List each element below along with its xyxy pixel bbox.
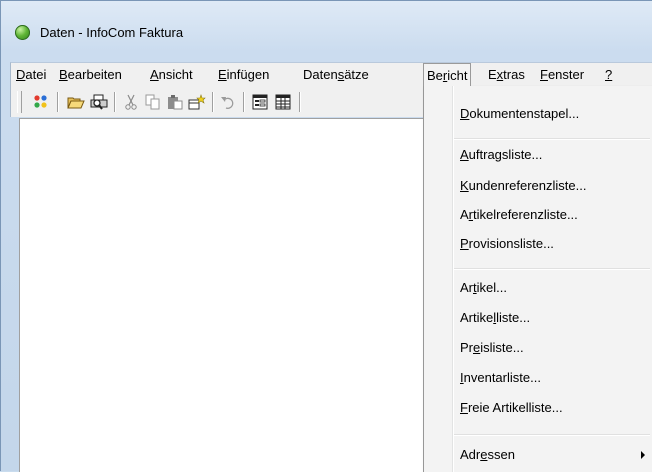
menu-datei[interactable]: Datei: [13, 65, 49, 85]
app-icon[interactable]: [15, 25, 30, 40]
menu-ansicht[interactable]: Ansicht: [147, 65, 196, 85]
menu-item-adressen[interactable]: Adressen: [460, 443, 515, 467]
menu-einfuegen[interactable]: Einfügen: [215, 65, 272, 85]
title-bar[interactable]: Daten - InfoCom Faktura: [1, 1, 652, 47]
toolbar-grip[interactable]: [17, 91, 22, 113]
toolbar-separator: [114, 92, 116, 112]
table-view-icon[interactable]: [273, 92, 293, 112]
menu-item-inventarliste[interactable]: Inventarliste...: [460, 366, 541, 390]
window-title: Daten - InfoCom Faktura: [40, 25, 184, 40]
menu-extras[interactable]: Extras: [485, 65, 528, 85]
toolbar-separator: [57, 92, 59, 112]
menu-separator: [454, 138, 650, 140]
print-preview-icon[interactable]: [89, 92, 109, 112]
menu-datensaetze[interactable]: Datensätze: [300, 65, 372, 85]
menu-item-artikel[interactable]: Artikel...: [460, 276, 507, 300]
undo-icon[interactable]: [218, 92, 238, 112]
menu-item-artikelliste[interactable]: Artikelliste...: [460, 306, 530, 330]
menu-item-artikelreferenzliste[interactable]: Artikelreferenzliste...: [460, 203, 578, 227]
form-view-icon[interactable]: [250, 92, 270, 112]
menu-bericht[interactable]: Bericht: [423, 63, 472, 86]
menu-item-kundenreferenzliste[interactable]: Kundenreferenzliste...: [460, 174, 586, 198]
menu-bar: Datei Bearbeiten Ansicht Einfügen Datens…: [10, 62, 652, 87]
paste-special-icon[interactable]: [187, 92, 207, 112]
menu-item-freie-artikelliste[interactable]: Freie Artikelliste...: [460, 396, 563, 420]
menu-fenster[interactable]: Fenster: [537, 65, 587, 85]
menu-bearbeiten[interactable]: Bearbeiten: [56, 65, 125, 85]
cut-icon[interactable]: [121, 92, 141, 112]
copy-icon[interactable]: [143, 92, 163, 112]
submenu-arrow-icon: [641, 451, 645, 459]
open-folder-icon[interactable]: [66, 92, 86, 112]
application-window: Daten - InfoCom Faktura Datei Bearbeiten…: [0, 0, 652, 472]
paste-icon[interactable]: [165, 92, 185, 112]
menu-item-auftragsliste[interactable]: Auftragsliste...: [460, 143, 542, 167]
menu-gutter: [452, 86, 454, 472]
toolbar-separator: [299, 92, 301, 112]
toolbar-separator: [243, 92, 245, 112]
menu-help[interactable]: ?: [602, 65, 615, 85]
menu-separator: [454, 434, 650, 436]
menu-separator: [454, 268, 650, 270]
menu-item-dokumentenstapel[interactable]: Dokumentenstapel...: [460, 102, 579, 126]
bericht-dropdown-menu: Dokumentenstapel... Auftragsliste... Kun…: [423, 86, 652, 472]
toolbar-separator: [212, 92, 214, 112]
menu-item-provisionsliste[interactable]: Provisionsliste...: [460, 232, 554, 256]
menu-item-preisliste[interactable]: Preisliste...: [460, 336, 524, 360]
colorful-dots-icon[interactable]: [31, 92, 51, 112]
